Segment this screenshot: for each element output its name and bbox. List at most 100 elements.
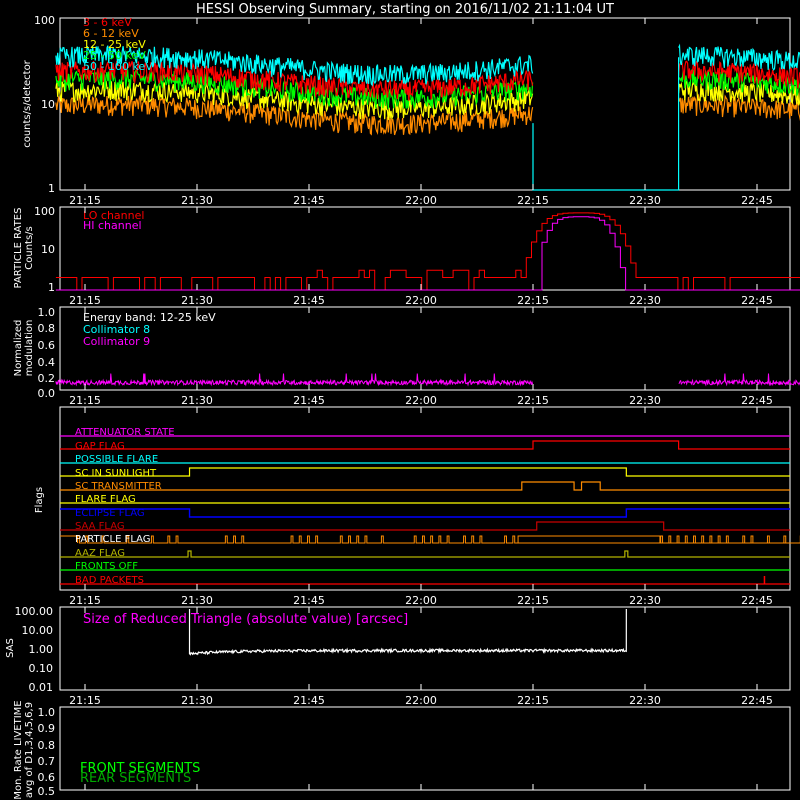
rates-ytick-100: 100	[34, 14, 55, 27]
legend-hi-channel: HI channel	[83, 219, 142, 232]
lo-channel-line	[55, 212, 800, 291]
figure-title: HESSI Observing Summary, starting on 201…	[196, 2, 614, 17]
flag-line	[60, 481, 790, 491]
live-ytick-1: 1.0	[38, 706, 56, 719]
time-tick-label: 22:30	[629, 194, 661, 207]
mod-ytick-08: 0.8	[38, 322, 56, 335]
time-tick-label: 21:45	[293, 394, 325, 407]
flag-line	[60, 521, 790, 531]
mod-ylabel-1: Normalized	[13, 320, 24, 377]
time-tick-label: 22:45	[741, 394, 773, 407]
flag-label-eclipse: ECLIPSE FLAG	[75, 508, 145, 519]
particle-ylabel-2: Counts/s	[24, 226, 35, 270]
flag-line	[60, 508, 790, 518]
live-ylabel-1: Mon. Rate LIVETIME	[13, 700, 24, 799]
time-tick-label: 22:15	[517, 194, 549, 207]
particle-ytick-10: 10	[41, 243, 55, 256]
flag-label-attenuator: ATTENUATOR STATE	[75, 427, 175, 438]
time-tick-label: 21:30	[181, 694, 213, 707]
time-tick-label: 22:00	[405, 194, 437, 207]
mod-ytick-06: 0.6	[38, 339, 56, 352]
flag-line	[60, 467, 790, 477]
time-tick-label: 22:00	[405, 594, 437, 607]
live-ytick-06: 0.6	[38, 771, 56, 784]
flag-label-aaz: AAZ FLAG	[75, 548, 125, 559]
modulation-panel: 1.0 0.8 0.6 0.4 0.2 0.0 Normalized modul…	[13, 306, 800, 400]
time-tick-label: 22:45	[741, 194, 773, 207]
legend-rear-segments: REAR SEGMENTS	[80, 771, 191, 786]
time-tick-label: 22:30	[629, 294, 661, 307]
flag-label-possible-flare: POSSIBLE FLARE	[75, 454, 158, 465]
time-tick-label: 21:15	[69, 594, 101, 607]
sas-ytick-001: 0.01	[29, 681, 54, 694]
flags-ylabel: Flags	[34, 487, 45, 513]
time-tick-label: 21:15	[69, 194, 101, 207]
rates-ytick-1: 1	[48, 182, 55, 195]
collimator-9-line	[55, 373, 800, 387]
time-tick-label: 22:30	[629, 694, 661, 707]
live-ytick-07: 0.7	[38, 755, 56, 768]
flag-label-fronts-off: FRONTS OFF	[75, 561, 138, 572]
time-tick-label: 21:45	[293, 194, 325, 207]
flag-label-saa: SAA FLAG	[75, 521, 125, 532]
time-tick-label: 22:45	[741, 294, 773, 307]
time-tick-label: 22:15	[517, 694, 549, 707]
sas-ylabel: SAS	[5, 638, 16, 658]
flag-line	[60, 550, 790, 558]
flag-label-particle: PARTICLE FLAG	[75, 534, 151, 545]
rates-ylabel: counts/s/detector	[22, 59, 33, 147]
live-ytick-09: 0.9	[38, 722, 56, 735]
time-tick-label: 21:30	[181, 194, 213, 207]
sas-annotation: Size of Reduced Triangle (absolute value…	[83, 612, 408, 627]
particle-ytick-100: 100	[34, 205, 55, 218]
flag-label-sunlight: SC IN SUNLIGHT	[75, 468, 157, 479]
time-tick-label: 22:30	[629, 594, 661, 607]
flag-line	[60, 440, 790, 450]
time-tick-label: 22:45	[741, 594, 773, 607]
time-tick-label: 22:15	[517, 294, 549, 307]
particle-ylabel-1: PARTICLE RATES	[13, 208, 24, 289]
mod-ylabel-2: modulation	[24, 320, 35, 377]
mod-ytick-02: 0.2	[38, 372, 56, 385]
sas-ytick-01: 0.10	[29, 662, 54, 675]
hessi-summary-figure: HESSI Observing Summary, starting on 201…	[5, 2, 800, 800]
particle-ytick-1: 1	[48, 281, 55, 294]
mod-ytick-04: 0.4	[38, 356, 56, 369]
flag-label-gap: GAP FLAG	[75, 441, 125, 452]
particle-traces	[55, 212, 800, 291]
rates-traces	[55, 43, 800, 191]
flag-label-flare: FLARE FLAG	[75, 494, 136, 505]
time-tick-label: 22:30	[629, 394, 661, 407]
sas-panel: 100.00 10.00 1.00 0.10 0.01 SAS Size of …	[5, 605, 791, 694]
mod-ytick-1: 1.0	[38, 306, 56, 319]
time-tick-label: 21:30	[181, 394, 213, 407]
time-tick-label: 21:45	[293, 294, 325, 307]
flags-panel: Flags ATTENUATOR STATE GAP FLAG POSSIBLE…	[34, 406, 800, 591]
rates-panel: 100 10 1 counts/s/detector 3 - 6 keV 6 -…	[22, 14, 800, 195]
livetime-panel: 1.0 0.9 0.8 0.7 0.6 0.5 Mon. Rate LIVETI…	[13, 700, 791, 800]
modulation-traces	[55, 373, 800, 387]
time-tick-label: 22:00	[405, 694, 437, 707]
rate-gap-line	[532, 57, 680, 191]
live-ytick-08: 0.8	[38, 739, 56, 752]
time-axes: 21:15 21:30 21:45 22:00 22:15 22:30 22:45 21:15…	[69, 18, 773, 790]
flag-rows	[60, 435, 800, 585]
time-tick-label: 22:00	[405, 394, 437, 407]
time-tick-label: 22:15	[517, 394, 549, 407]
particle-panel: 100 10 1 PARTICLE RATES Counts/s LO chan…	[13, 205, 800, 294]
sas-ytick-100: 100.00	[15, 605, 54, 618]
time-tick-label: 21:15	[69, 394, 101, 407]
sas-ytick-10: 10.00	[22, 624, 54, 637]
live-ytick-05: 0.5	[38, 785, 56, 798]
time-tick-label: 21:15	[69, 294, 101, 307]
sas-ytick-1: 1.00	[29, 643, 54, 656]
time-tick-label: 21:30	[181, 294, 213, 307]
time-tick-label: 22:00	[405, 294, 437, 307]
rates-ytick-10: 10	[41, 98, 55, 111]
flag-label-transmitter: SC TRANSMITTER	[75, 481, 162, 492]
time-tick-label: 22:15	[517, 594, 549, 607]
flag-line	[60, 535, 800, 544]
time-tick-label: 22:45	[741, 694, 773, 707]
time-tick-label: 21:45	[293, 694, 325, 707]
time-tick-label: 21:30	[181, 594, 213, 607]
